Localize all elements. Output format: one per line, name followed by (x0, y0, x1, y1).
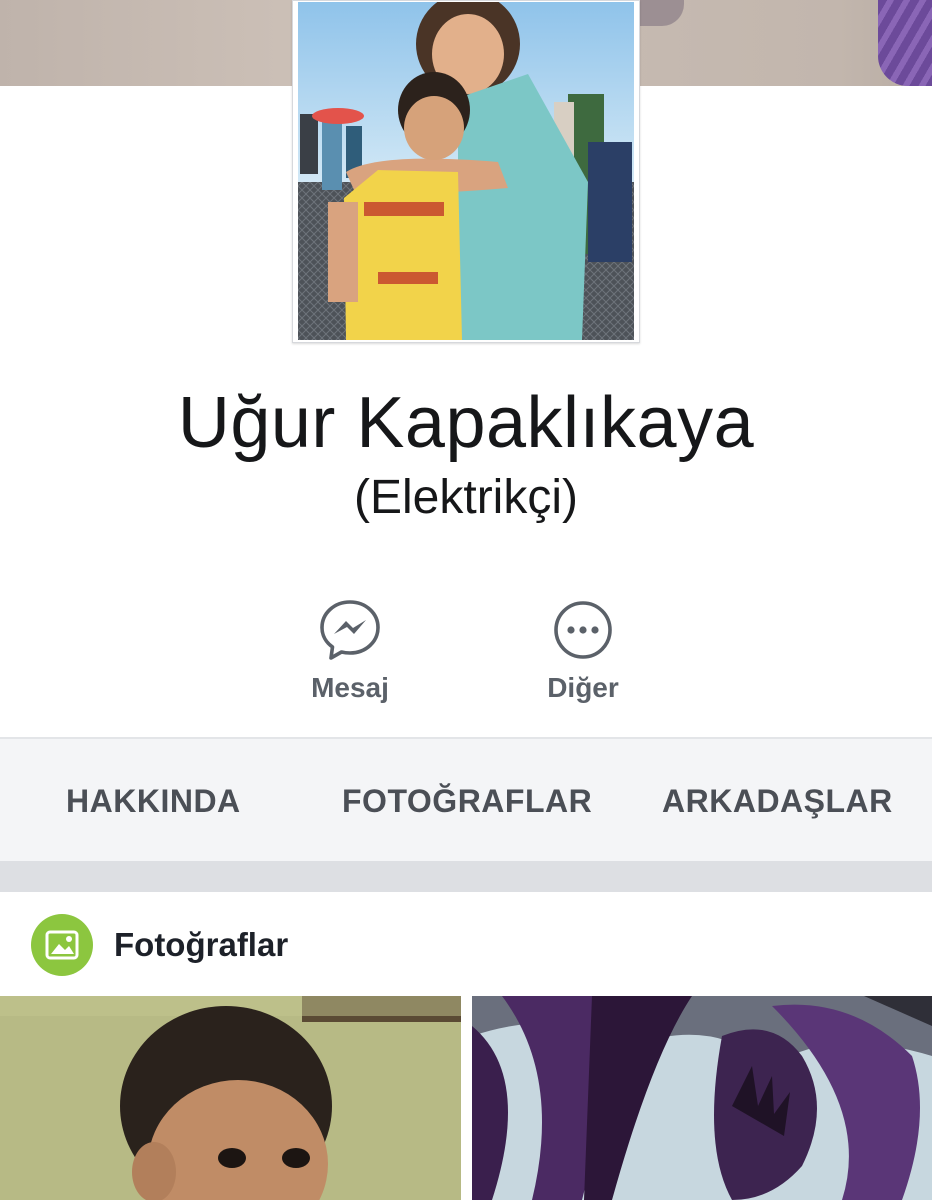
profile-name: Uğur Kapaklıkaya (177, 383, 755, 463)
profile-photo-image (298, 2, 634, 340)
more-options-icon (554, 601, 612, 659)
photo-thumbnail-image (472, 996, 932, 1200)
profile-picture[interactable] (292, 0, 640, 343)
section-divider (0, 861, 932, 892)
photos-section-header[interactable]: Fotoğraflar (31, 914, 288, 976)
tab-friends[interactable]: ARKADAŞLAR (662, 783, 893, 820)
photos-section: Fotoğraflar (0, 892, 932, 1200)
photo-thumbnail-image (0, 996, 461, 1200)
photo-icon (31, 914, 93, 976)
photo-thumbnail[interactable] (0, 996, 461, 1200)
message-button[interactable]: Mesaj (280, 598, 420, 704)
photo-thumbnail[interactable] (472, 996, 932, 1200)
more-button[interactable]: Diğer (513, 598, 653, 704)
tab-about[interactable]: HAKKINDA (66, 783, 241, 820)
more-label: Diğer (547, 672, 619, 703)
photos-section-title: Fotoğraflar (114, 926, 289, 963)
profile-tabs: HAKKINDA FOTOĞRAFLAR ARKADAŞLAR (0, 737, 932, 861)
profile-subtitle: (Elektrikçi) (354, 471, 578, 524)
tab-photos[interactable]: FOTOĞRAFLAR (342, 783, 592, 820)
messenger-icon (320, 600, 380, 660)
profile-page: Uğur Kapaklıkaya (Elektrikçi) Mesaj Diğe… (0, 0, 932, 1200)
message-label: Mesaj (311, 672, 389, 703)
